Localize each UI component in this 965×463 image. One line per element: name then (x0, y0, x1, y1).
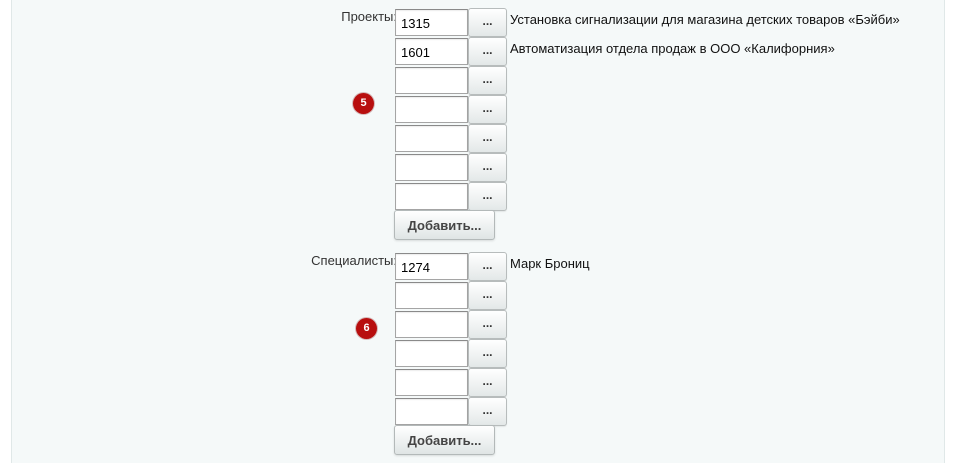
specialist-row: ... (394, 310, 934, 339)
specialist-browse-button[interactable]: ... (468, 281, 507, 310)
specialist-browse-button[interactable]: ... (468, 339, 507, 368)
project-browse-button[interactable]: ... (468, 124, 507, 153)
project-browse-button[interactable]: ... (468, 37, 507, 66)
form-panel: Проекты: 5 ...Установка сигнализации для… (11, 0, 945, 463)
project-row: ... (394, 182, 934, 211)
specialists-rows: ...Марк Брониц............... (394, 252, 934, 426)
specialists-badge: 6 (356, 318, 377, 339)
project-row: ...Автоматизация отдела продаж в ООО «Ка… (394, 37, 934, 66)
project-id-input[interactable] (395, 67, 468, 94)
project-browse-button[interactable]: ... (468, 182, 507, 211)
projects-rows: ...Установка сигнализации для магазина д… (394, 8, 934, 211)
specialist-row: ... (394, 368, 934, 397)
specialist-name: Марк Брониц (510, 256, 590, 271)
specialist-row: ... (394, 281, 934, 310)
project-row: ... (394, 153, 934, 182)
project-browse-button[interactable]: ... (468, 8, 507, 37)
project-id-input[interactable] (395, 183, 468, 210)
project-name: Установка сигнализации для магазина детс… (510, 12, 900, 27)
project-row: ...Установка сигнализации для магазина д… (394, 8, 934, 37)
specialist-row: ... (394, 339, 934, 368)
projects-badge: 5 (353, 93, 374, 114)
project-row: ... (394, 66, 934, 95)
specialist-row: ...Марк Брониц (394, 252, 934, 281)
specialist-id-input[interactable] (395, 398, 468, 425)
projects-add-button[interactable]: Добавить... (394, 210, 495, 240)
project-browse-button[interactable]: ... (468, 95, 507, 124)
project-id-input[interactable] (395, 38, 468, 65)
project-id-input[interactable] (395, 125, 468, 152)
specialist-browse-button[interactable]: ... (468, 368, 507, 397)
specialist-id-input[interactable] (395, 253, 468, 280)
project-id-input[interactable] (395, 96, 468, 123)
project-browse-button[interactable]: ... (468, 153, 507, 182)
specialist-id-input[interactable] (395, 340, 468, 367)
specialist-id-input[interactable] (395, 369, 468, 396)
project-id-input[interactable] (395, 9, 468, 36)
project-browse-button[interactable]: ... (468, 66, 507, 95)
specialist-browse-button[interactable]: ... (468, 310, 507, 339)
project-id-input[interactable] (395, 154, 468, 181)
project-name: Автоматизация отдела продаж в ООО «Калиф… (510, 41, 835, 56)
project-row: ... (394, 124, 934, 153)
project-row: ... (394, 95, 934, 124)
specialists-label: Специалисты: (311, 253, 397, 268)
specialist-browse-button[interactable]: ... (468, 252, 507, 281)
specialist-id-input[interactable] (395, 282, 468, 309)
specialists-add-button[interactable]: Добавить... (394, 425, 495, 455)
specialist-id-input[interactable] (395, 311, 468, 338)
specialist-row: ... (394, 397, 934, 426)
projects-label: Проекты: (341, 9, 397, 24)
specialist-browse-button[interactable]: ... (468, 397, 507, 426)
